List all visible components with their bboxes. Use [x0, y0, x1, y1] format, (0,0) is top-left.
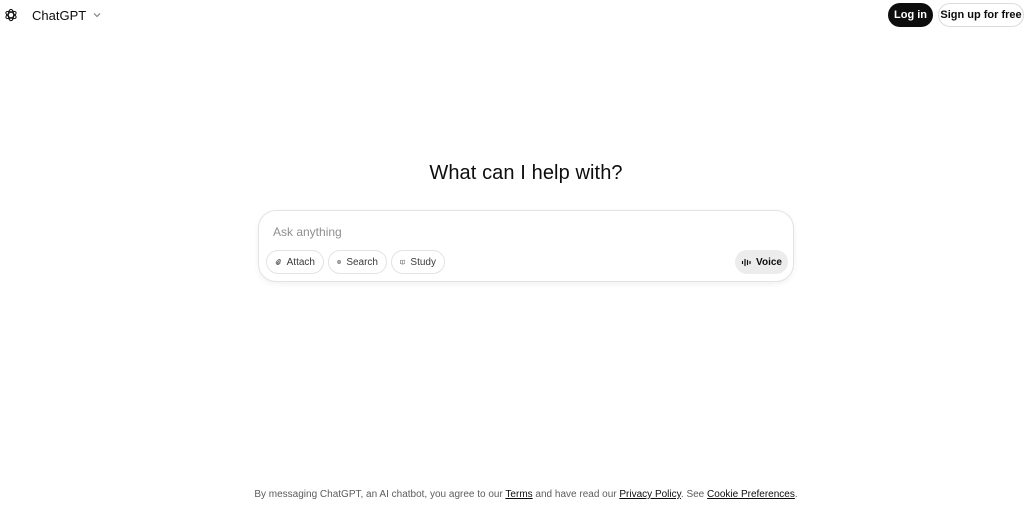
- legal-footer: By messaging ChatGPT, an AI chatbot, you…: [0, 489, 1024, 500]
- model-selector[interactable]: ChatGPT: [3, 5, 102, 25]
- top-bar: ChatGPT Log in Sign up for free: [0, 0, 1024, 30]
- page-title: What can I help with?: [429, 162, 623, 184]
- footer-suffix: .: [794, 489, 798, 500]
- globe-icon: [337, 260, 342, 264]
- cookie-preferences-link[interactable]: Cookie Preferences: [707, 489, 795, 500]
- search-label: Search: [346, 256, 378, 268]
- study-button[interactable]: Study: [391, 250, 445, 274]
- signup-button[interactable]: Sign up for free: [938, 3, 1024, 27]
- search-button[interactable]: Search: [328, 250, 387, 274]
- prompt-input[interactable]: [273, 223, 773, 241]
- page: ChatGPT Log in Sign up for free What can…: [0, 0, 1024, 524]
- brand-name: ChatGPT: [32, 7, 87, 23]
- openai-logo-icon: [5, 8, 17, 22]
- privacy-policy-link[interactable]: Privacy Policy: [619, 489, 681, 500]
- terms-link[interactable]: Terms: [505, 489, 532, 500]
- attach-label: Attach: [286, 256, 315, 268]
- footer-middle: and have read our: [532, 489, 620, 500]
- voice-button[interactable]: Voice: [735, 250, 788, 274]
- login-button[interactable]: Log in: [888, 3, 933, 27]
- book-icon: [400, 259, 406, 265]
- chevron-down-icon: [93, 13, 101, 18]
- footer-see: . See: [680, 489, 708, 500]
- paperclip-icon: [275, 259, 281, 265]
- prompt-composer: Attach Search Study Voice: [258, 210, 794, 282]
- footer-prefix: By messaging ChatGPT, an AI chatbot, you…: [254, 489, 506, 500]
- attach-button[interactable]: Attach: [266, 250, 324, 274]
- waveform-icon: [741, 258, 751, 266]
- voice-label: Voice: [756, 256, 782, 268]
- study-label: Study: [410, 256, 436, 268]
